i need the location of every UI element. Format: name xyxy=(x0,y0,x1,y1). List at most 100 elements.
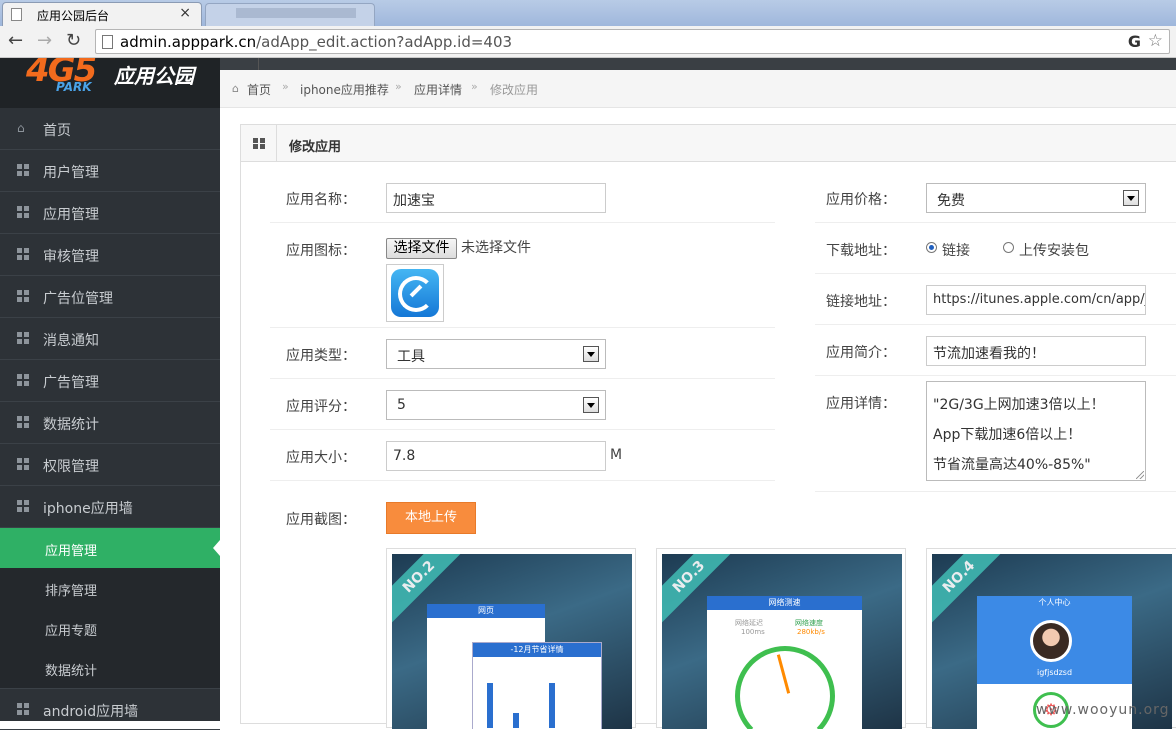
google-icon[interactable]: G xyxy=(1128,32,1141,51)
phone-title: 网络测速 xyxy=(707,596,862,610)
grid-icon xyxy=(17,458,30,470)
address-bar[interactable]: admin.apppark.cn/adApp_edit.action?adApp… xyxy=(95,29,1170,54)
sidebar-item-android-wall[interactable]: android应用墙 xyxy=(0,688,220,730)
row-divider xyxy=(815,324,1176,325)
avatar xyxy=(1030,620,1072,662)
app-name-label: 应用名称： xyxy=(286,192,356,208)
app-type-value: 工具 xyxy=(397,349,425,365)
choose-file-button[interactable]: 选择文件 xyxy=(386,238,457,259)
metric-value: 100ms xyxy=(741,628,765,636)
sidebar-item-users[interactable]: 用户管理 xyxy=(0,150,220,192)
app-size-input[interactable]: 7.8 xyxy=(386,441,606,471)
url-text: admin.apppark.cn/adApp_edit.action?adApp… xyxy=(120,33,513,51)
detail-label: 应用详情： xyxy=(826,396,896,412)
download-label: 下载地址： xyxy=(826,243,896,259)
app-rating-value: 5 xyxy=(397,397,406,413)
browser-tab-inactive[interactable] xyxy=(205,3,375,26)
screenshot-thumb[interactable]: 网页 -12月节省详情 NO.2 xyxy=(386,548,636,729)
sidebar-item-stats[interactable]: 数据统计 xyxy=(0,402,220,444)
watermark: www.wooyun.org xyxy=(1036,702,1170,718)
breadcrumb-home[interactable]: 首页 xyxy=(247,81,271,98)
navbar-divider xyxy=(258,58,259,70)
grid-icon xyxy=(17,206,30,218)
detail-line: "2G/3G上网加速3倍以上！ xyxy=(933,397,1105,413)
app-price-value: 免费 xyxy=(937,193,965,209)
sidebar-subitem-sorting[interactable]: 排序管理 xyxy=(0,568,220,608)
row-divider xyxy=(270,378,775,379)
file-status: 未选择文件 xyxy=(461,240,531,256)
tab-title: 应用公园后台 xyxy=(37,9,110,23)
screenshot-thumb[interactable]: 网络测速 网络延迟 网络速度 100ms 280kb/s NO.3 xyxy=(656,548,906,729)
radio-package[interactable] xyxy=(1003,242,1014,253)
breadcrumb-current: 修改应用 xyxy=(490,83,539,97)
tab-title-blurred xyxy=(236,8,356,18)
screenshots-label: 应用截图： xyxy=(286,512,356,528)
sidebar-subitem-app-management[interactable]: 应用管理 xyxy=(0,528,220,568)
forward-icon[interactable]: → xyxy=(37,30,52,51)
username: igfjsdzsd xyxy=(1036,668,1073,677)
back-icon[interactable]: ← xyxy=(8,30,23,51)
breadcrumb-separator: » xyxy=(471,80,478,93)
grid-icon xyxy=(17,164,30,176)
detail-textarea[interactable]: "2G/3G上网加速3倍以上！ App下载加速6倍以上！ 节省流量高达40%-8… xyxy=(926,381,1146,481)
screenshot-thumb[interactable]: 个人中心 igfjsdzsd ⚙ NO.4 xyxy=(926,548,1176,729)
breadcrumb-iphone-recommend[interactable]: iphone应用推荐 xyxy=(300,81,389,98)
link-input[interactable]: https://itunes.apple.com/cn/app/ji xyxy=(926,285,1146,315)
sidebar-menu: ⌂ 首页 用户管理 应用管理 审核管理 广告位管理 消息通知 广告管理 数据统计 … xyxy=(0,108,220,730)
radio-link-label[interactable]: 链接 xyxy=(942,240,970,260)
phone-subtitle: -12月节省详情 xyxy=(473,643,601,657)
resize-grip-icon[interactable] xyxy=(1136,471,1144,479)
grid-icon xyxy=(17,332,30,344)
sidebar-item-iphone-wall[interactable]: iphone应用墙 xyxy=(0,486,220,528)
chevron-down-icon xyxy=(583,397,599,413)
phone-title: 个人中心 xyxy=(977,596,1132,610)
bookmark-star-icon[interactable]: ☆ xyxy=(1148,31,1163,51)
app-icon-label: 应用图标： xyxy=(286,243,356,259)
local-upload-button[interactable]: 本地上传 xyxy=(386,502,476,534)
screenshot-image: 网页 -12月节省详情 NO.2 xyxy=(392,554,632,729)
metric-value: 280kb/s xyxy=(797,628,825,636)
radio-link[interactable] xyxy=(926,242,937,253)
sidebar-subitem-topics[interactable]: 应用专题 xyxy=(0,608,220,648)
browser-toolbar: ← → ↻ admin.apppark.cn/adApp_edit.action… xyxy=(0,26,1176,58)
row-divider xyxy=(815,273,1176,274)
metric-label: 网络延迟 xyxy=(735,619,763,627)
row-divider xyxy=(815,222,1176,223)
grid-icon xyxy=(17,703,30,715)
close-tab-icon[interactable]: × xyxy=(179,5,191,21)
browser-tab-active[interactable]: 应用公园后台 × xyxy=(2,2,202,26)
sidebar-subitem-stats[interactable]: 数据统计 xyxy=(0,648,220,688)
breadcrumb-separator: » xyxy=(395,80,402,93)
grid-icon xyxy=(17,500,30,512)
app-price-label: 应用价格： xyxy=(826,192,896,208)
phone-title: 网页 xyxy=(427,604,545,618)
breadcrumb-app-detail[interactable]: 应用详情 xyxy=(414,81,462,98)
app-rating-select[interactable]: 5 xyxy=(386,390,606,420)
row-divider xyxy=(815,491,1176,492)
metric-label: 网络速度 xyxy=(795,619,823,627)
chevron-down-icon xyxy=(583,346,599,362)
panel-title: 修改应用 xyxy=(289,140,342,155)
panel-grid-icon xyxy=(241,125,277,161)
reload-icon[interactable]: ↻ xyxy=(66,30,81,51)
app-price-select[interactable]: 免费 xyxy=(926,183,1146,213)
logo[interactable]: 4G5 PARK 应用公园 xyxy=(0,58,220,108)
intro-input[interactable]: 节流加速看我的！ xyxy=(926,336,1146,366)
panel-header: 修改应用 xyxy=(241,125,1176,162)
grid-icon xyxy=(17,290,30,302)
sidebar-item-home[interactable]: ⌂ 首页 xyxy=(0,108,220,150)
sidebar-item-adslots[interactable]: 广告位管理 xyxy=(0,276,220,318)
sidebar-item-notifications[interactable]: 消息通知 xyxy=(0,318,220,360)
detail-line: 节省流量高达40%-85%" xyxy=(933,457,1091,473)
radio-package-label[interactable]: 上传安装包 xyxy=(1019,240,1089,260)
app-rating-label: 应用评分： xyxy=(286,399,356,415)
app-type-select[interactable]: 工具 xyxy=(386,339,606,369)
app-size-unit: M xyxy=(610,447,623,463)
sidebar-item-apps[interactable]: 应用管理 xyxy=(0,192,220,234)
sidebar-item-review[interactable]: 审核管理 xyxy=(0,234,220,276)
sidebar-item-permissions[interactable]: 权限管理 xyxy=(0,444,220,486)
app-name-input[interactable]: 加速宝 xyxy=(386,183,606,213)
home-icon: ⌂ xyxy=(17,121,25,135)
grid-icon xyxy=(17,416,30,428)
sidebar-item-ads[interactable]: 广告管理 xyxy=(0,360,220,402)
